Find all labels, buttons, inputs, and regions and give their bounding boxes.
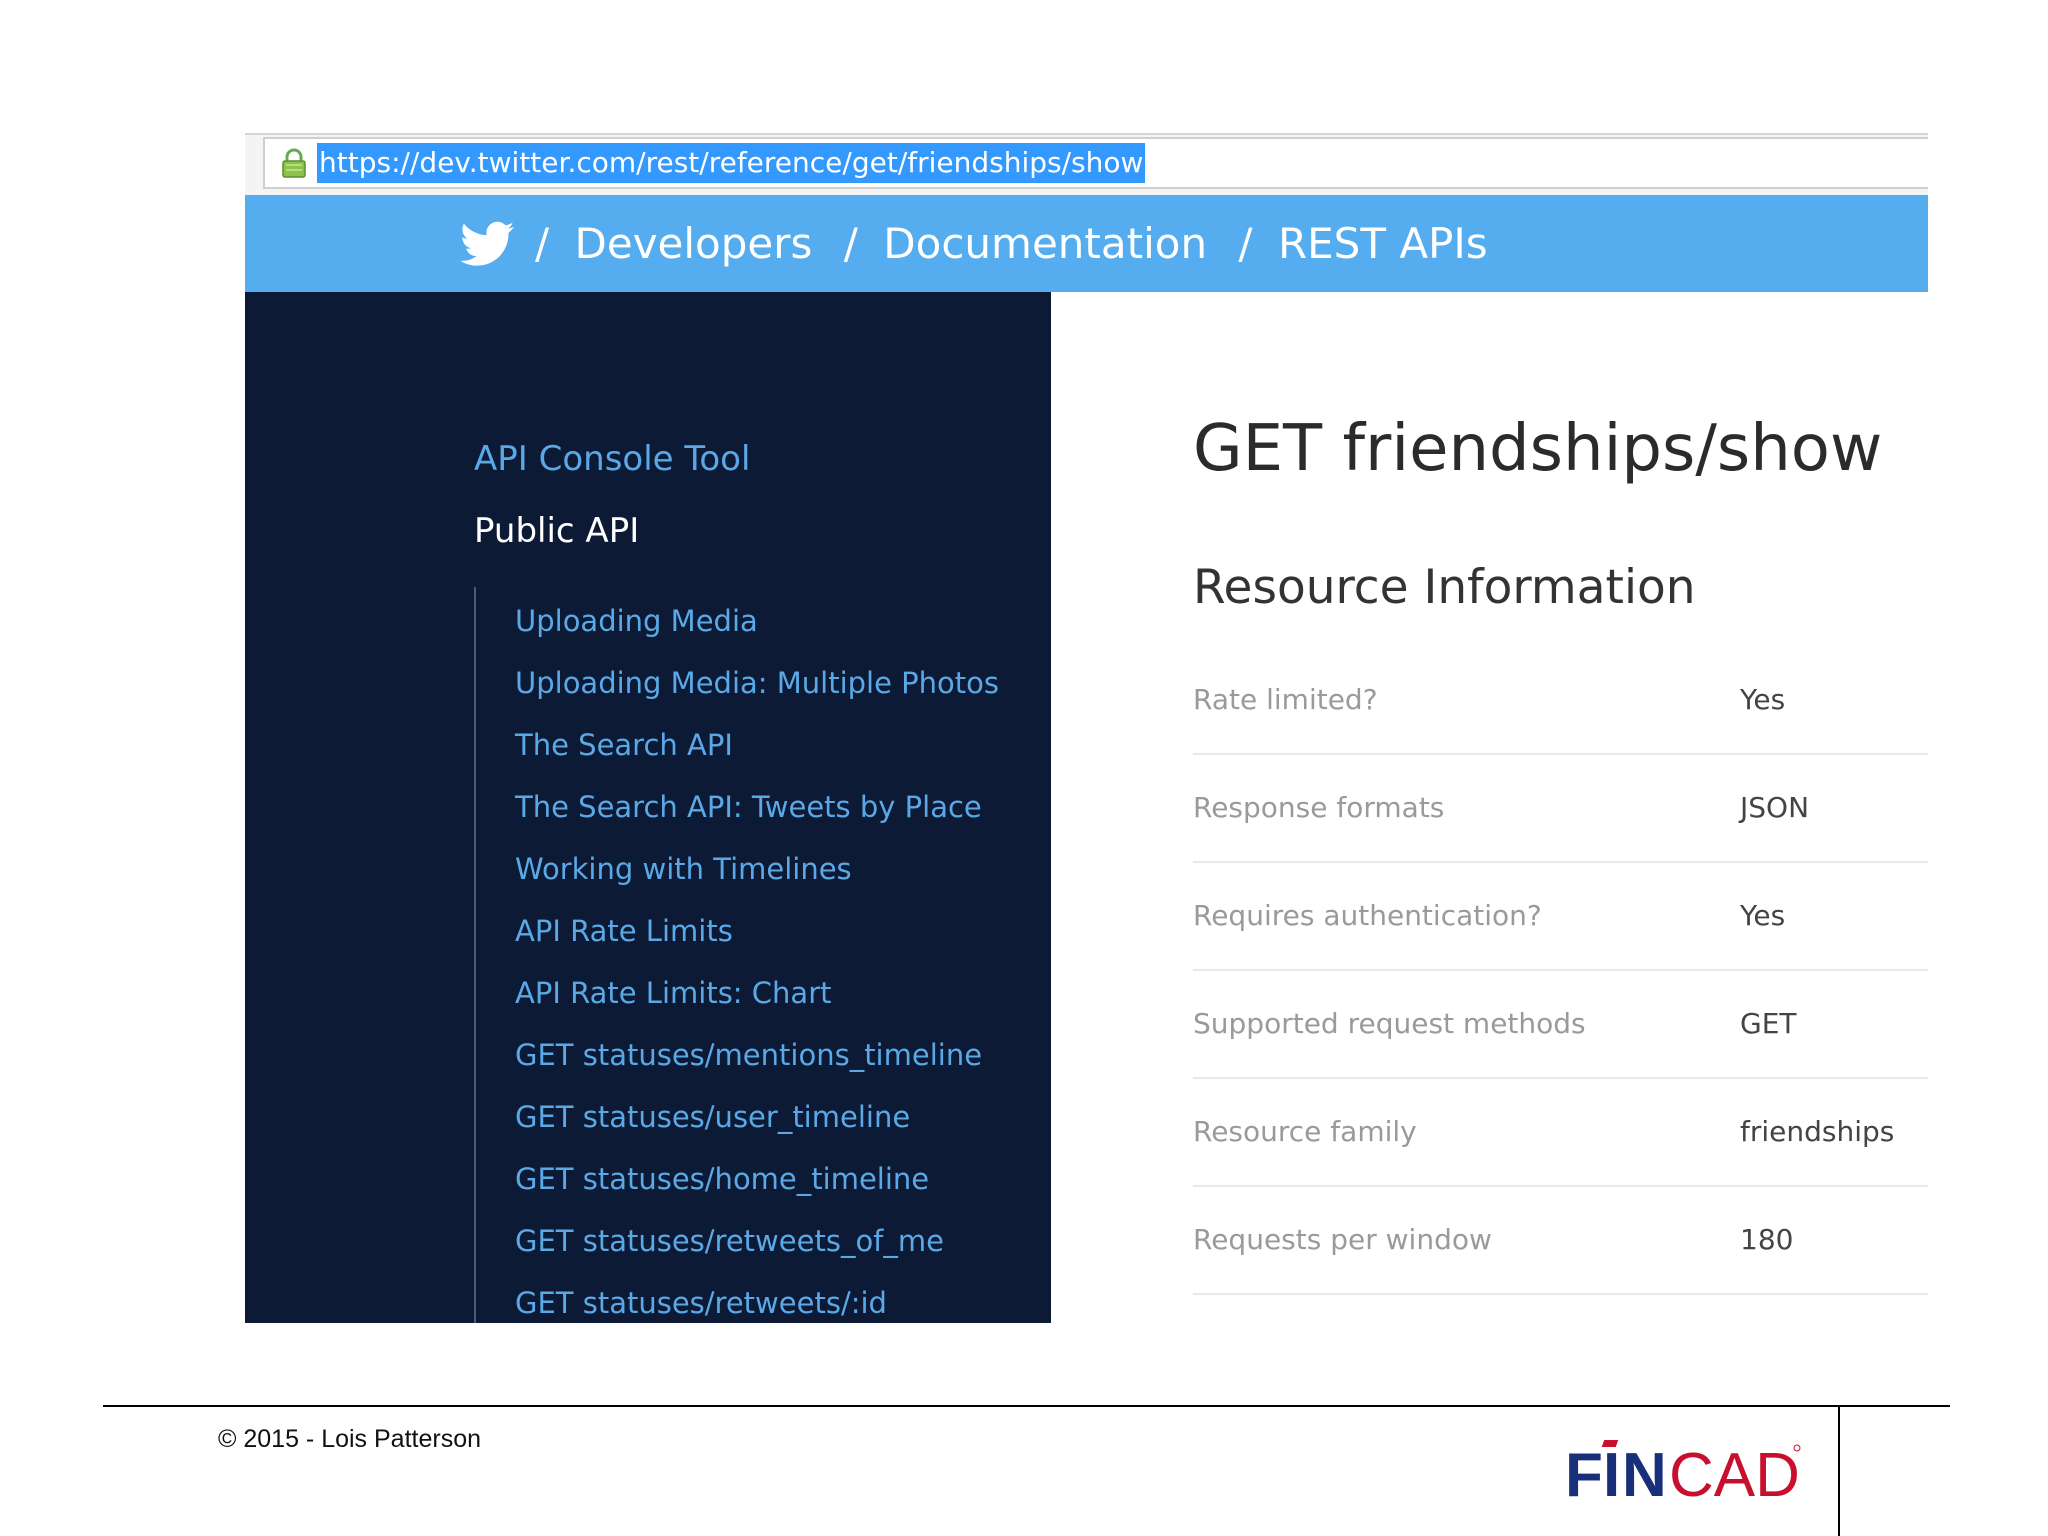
page-title: GET friendships/show (1193, 412, 1883, 486)
table-row: Response formats JSON (1193, 755, 1928, 863)
sidebar-item[interactable]: Uploading Media (515, 590, 999, 652)
sidebar-item[interactable]: GET statuses/retweets_of_me (515, 1210, 999, 1272)
breadcrumb-separator: / (843, 219, 858, 268)
sidebar-item[interactable]: API Rate Limits: Chart (515, 962, 999, 1024)
address-bar: https://dev.twitter.com/rest/reference/g… (245, 133, 1928, 195)
sidebar-item[interactable]: The Search API (515, 714, 999, 776)
svg-text:F: F (1565, 1441, 1603, 1508)
sidebar-item[interactable]: Uploading Media: Multiple Photos (515, 652, 999, 714)
sidebar-item[interactable]: GET statuses/mentions_timeline (515, 1024, 999, 1086)
row-value: JSON (1740, 791, 1810, 824)
svg-text:CAD: CAD (1669, 1441, 1800, 1508)
table-row: Requires authentication? Yes (1193, 863, 1928, 971)
row-label: Requires authentication? (1193, 899, 1542, 932)
row-value: friendships (1740, 1115, 1895, 1148)
table-row: Requests per window 180 (1193, 1187, 1928, 1295)
row-label: Rate limited? (1193, 683, 1378, 716)
twitter-bird-icon[interactable] (461, 221, 515, 267)
svg-text:N: N (1622, 1441, 1667, 1508)
sidebar-item[interactable]: GET statuses/user_timeline (515, 1086, 999, 1148)
sidebar-link-api-console-tool[interactable]: API Console Tool (474, 439, 750, 479)
row-value: Yes (1740, 899, 1786, 932)
row-value: GET (1740, 1007, 1797, 1040)
breadcrumb: / Developers / Documentation / REST APIs (535, 195, 1506, 292)
table-row: Rate limited? Yes (1193, 647, 1928, 755)
footer-divider (103, 1405, 1950, 1407)
breadcrumb-separator: / (1238, 219, 1253, 268)
sidebar-item[interactable]: GET statuses/retweets/:id (515, 1272, 999, 1323)
browser-screenshot: https://dev.twitter.com/rest/reference/g… (245, 133, 1928, 1323)
section-title: Resource Information (1193, 560, 1696, 615)
sidebar-list: Uploading Media Uploading Media: Multipl… (515, 590, 999, 1323)
table-row: Resource family friendships (1193, 1079, 1928, 1187)
sidebar-item[interactable]: API Rate Limits (515, 900, 999, 962)
row-label: Supported request methods (1193, 1007, 1586, 1040)
main-content: GET friendships/show Resource Informatio… (1051, 292, 1928, 1323)
lock-icon (282, 148, 306, 178)
sidebar-item[interactable]: Working with Timelines (515, 838, 999, 900)
row-value: 180 (1740, 1223, 1794, 1256)
breadcrumb-rest-apis[interactable]: REST APIs (1278, 219, 1488, 268)
slide: https://dev.twitter.com/rest/reference/g… (0, 0, 2048, 1536)
breadcrumb-separator: / (535, 219, 550, 268)
copyright-text: © 2015 - Lois Patterson (218, 1425, 482, 1453)
row-label: Resource family (1193, 1115, 1417, 1148)
sidebar: API Console Tool Public API Uploading Me… (245, 292, 1051, 1323)
footer-vertical-divider (1838, 1405, 1840, 1536)
row-label: Requests per window (1193, 1223, 1492, 1256)
top-nav-bar: / Developers / Documentation / REST APIs (245, 195, 1928, 292)
breadcrumb-developers[interactable]: Developers (575, 219, 813, 268)
breadcrumb-documentation[interactable]: Documentation (883, 219, 1207, 268)
sidebar-item[interactable]: The Search API: Tweets by Place (515, 776, 999, 838)
row-value: Yes (1740, 683, 1786, 716)
sidebar-section-public-api[interactable]: Public API (474, 511, 639, 551)
url-text[interactable]: https://dev.twitter.com/rest/reference/g… (317, 143, 1146, 183)
fincad-logo: F I N CAD (1565, 1440, 1801, 1508)
resource-info-table: Rate limited? Yes Response formats JSON … (1193, 647, 1928, 1295)
row-label: Response formats (1193, 791, 1445, 824)
url-field[interactable]: https://dev.twitter.com/rest/reference/g… (263, 137, 1928, 189)
svg-text:I: I (1603, 1441, 1620, 1508)
sidebar-divider (474, 587, 476, 1323)
table-row: Supported request methods GET (1193, 971, 1928, 1079)
sidebar-item[interactable]: GET statuses/home_timeline (515, 1148, 999, 1210)
